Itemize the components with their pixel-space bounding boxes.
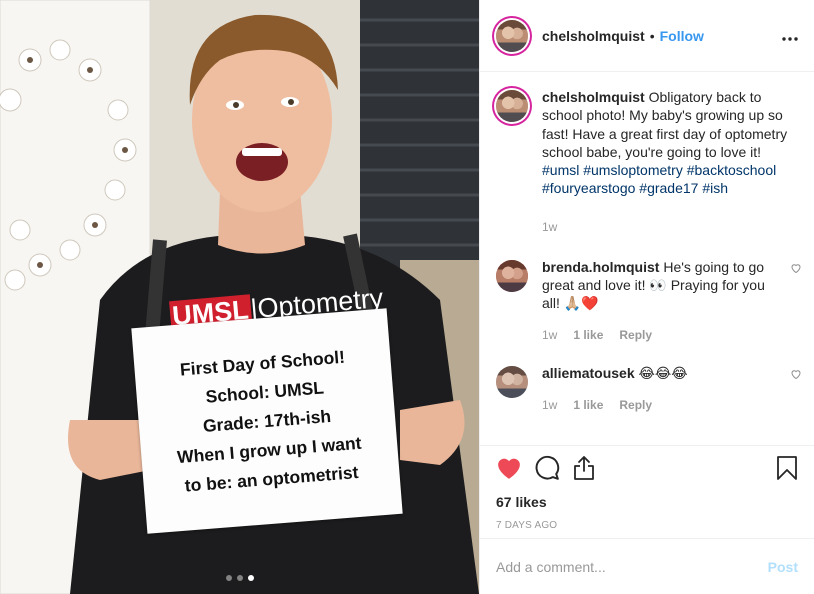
author-avatar[interactable] <box>496 19 528 52</box>
post-photo[interactable]: UMSL|Optometry First Day of School! Scho… <box>0 0 479 594</box>
instagram-post-view: UMSL|Optometry First Day of School! Scho… <box>0 0 814 594</box>
comment-like-icon[interactable] <box>790 262 802 274</box>
caption: chelsholmquist Obligatory back to school… <box>494 88 798 236</box>
post-side-panel: chelsholmquist • Follow chelsholmquist O… <box>479 0 814 594</box>
comment-likes[interactable]: 1 like <box>573 326 603 344</box>
likes-count[interactable]: 67 likes <box>480 490 814 510</box>
reply-button[interactable]: Reply <box>619 326 652 344</box>
sign-text: First Day of School! School: UMSL Grade:… <box>176 346 363 496</box>
comment-like-icon[interactable] <box>790 368 802 380</box>
comment-likes[interactable]: 1 like <box>573 396 603 414</box>
comment-body: brenda.holmquist He's going to go great … <box>542 258 801 344</box>
comment-age[interactable]: 1w <box>542 396 557 414</box>
author-username[interactable]: chelsholmquist <box>542 28 645 44</box>
carousel-dot <box>237 575 243 581</box>
comment-age[interactable]: 1w <box>542 326 557 344</box>
post-comment-button[interactable]: Post <box>768 559 798 575</box>
comment-item: alliematousek 😂😂😂 1w 1 like Reply <box>494 364 801 414</box>
add-comment-bar: Post <box>480 538 814 594</box>
comment-icon <box>535 455 560 480</box>
post-timestamp[interactable]: 7 DAYS AGO <box>480 510 814 531</box>
ellipsis-icon <box>782 37 798 41</box>
carousel-indicator <box>226 575 254 581</box>
caption-age[interactable]: 1w <box>542 218 557 236</box>
comment-body: alliematousek 😂😂😂 1w 1 like Reply <box>542 364 801 414</box>
save-button[interactable] <box>776 455 798 481</box>
share-icon <box>574 456 594 480</box>
caption-body: chelsholmquist Obligatory back to school… <box>542 88 798 236</box>
carousel-dot-active <box>248 575 254 581</box>
commenter-avatar[interactable] <box>496 260 528 293</box>
caption-meta: 1w <box>542 218 798 236</box>
commenter-avatar[interactable] <box>496 366 528 399</box>
like-button[interactable] <box>496 456 522 480</box>
heart-icon <box>498 458 520 479</box>
comment-meta: 1w 1 like Reply <box>542 326 780 344</box>
comment-item: brenda.holmquist He's going to go great … <box>494 258 801 344</box>
follow-button[interactable]: Follow <box>660 28 704 44</box>
caption-avatar[interactable] <box>496 90 528 122</box>
comments-list[interactable]: chelsholmquist Obligatory back to school… <box>480 72 814 446</box>
reply-button[interactable]: Reply <box>619 396 652 414</box>
carousel-dot <box>226 575 232 581</box>
action-bar <box>480 446 814 490</box>
comment-text: 😂😂😂 <box>638 365 688 382</box>
more-options-icon[interactable] <box>782 25 798 46</box>
caption-hashtags[interactable]: #umsl #umsloptometry #backtoschool #four… <box>542 161 798 198</box>
separator-dot: • <box>649 27 655 44</box>
post-header: chelsholmquist • Follow <box>480 0 814 72</box>
caption-username[interactable]: chelsholmquist <box>542 89 645 105</box>
share-button[interactable] <box>572 455 596 481</box>
comment-username[interactable]: brenda.holmquist <box>542 259 659 275</box>
comment-meta: 1w 1 like Reply <box>542 396 780 414</box>
comment-username[interactable]: alliematousek <box>542 365 635 381</box>
handwritten-sign: First Day of School! School: UMSL Grade:… <box>131 308 403 534</box>
add-comment-input[interactable] <box>496 558 768 575</box>
comment-button[interactable] <box>534 455 560 481</box>
bookmark-icon <box>777 456 797 480</box>
